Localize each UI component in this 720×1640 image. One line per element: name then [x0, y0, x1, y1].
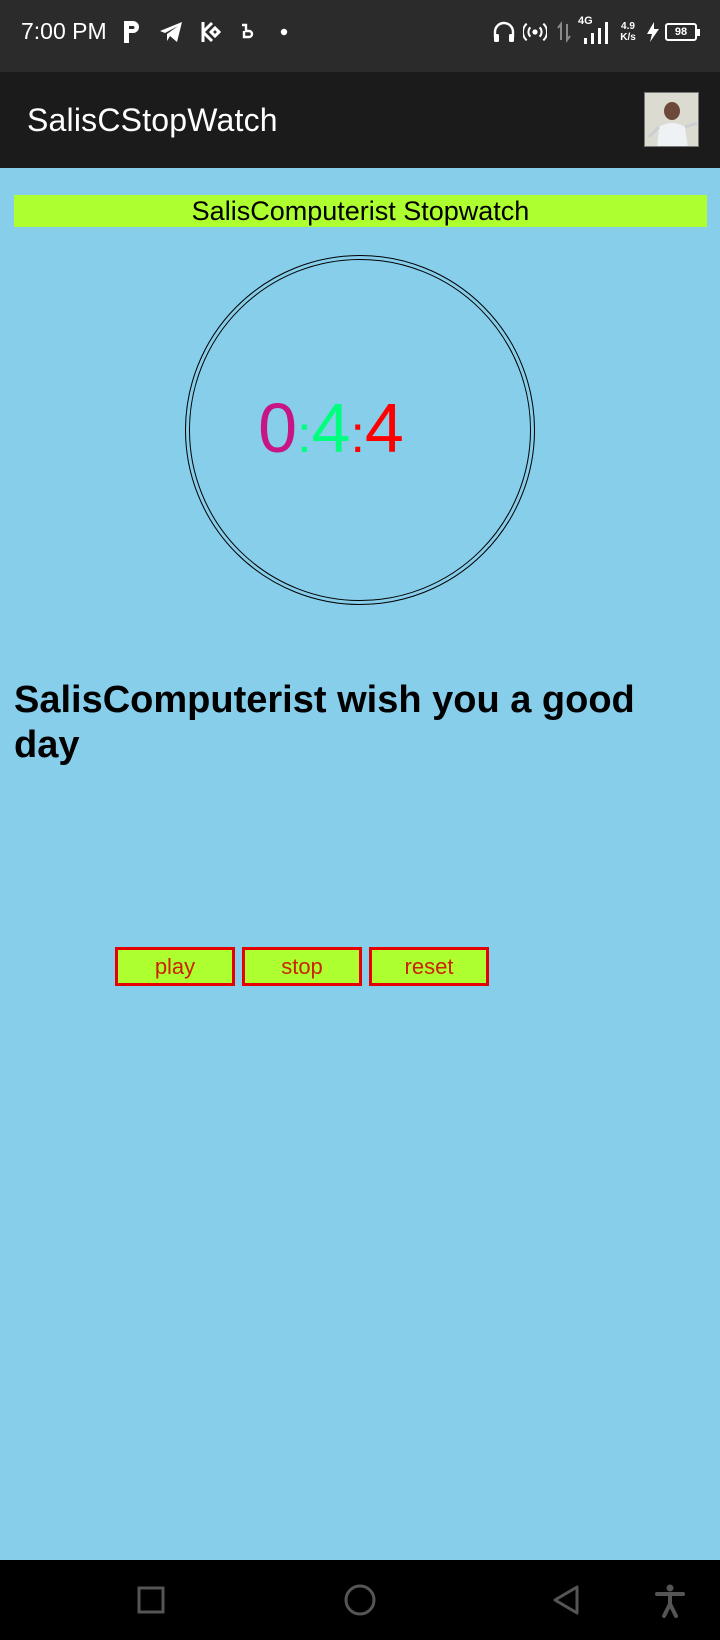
- avatar[interactable]: [644, 92, 699, 147]
- time-hours: 0: [258, 389, 298, 467]
- main-content: SalisComputerist Stopwatch 0:4:4 SalisCo…: [0, 168, 720, 1560]
- app-icon: [238, 18, 256, 46]
- battery-level: 98: [674, 26, 688, 38]
- p-app-icon: [122, 18, 142, 46]
- greeting-text: SalisComputerist wish you a good day: [14, 679, 635, 766]
- home-icon[interactable]: [342, 1582, 378, 1618]
- battery-icon: 98: [663, 18, 700, 46]
- back-icon[interactable]: [549, 1582, 585, 1618]
- time-minutes: 4: [311, 389, 351, 467]
- status-bar: 7:00 PM 4G 4.9 K/s 98: [0, 0, 720, 72]
- dot-icon: [280, 18, 288, 46]
- reset-button[interactable]: reset: [369, 947, 489, 986]
- status-time: 7:00 PM: [21, 18, 107, 44]
- stop-button[interactable]: stop: [242, 947, 362, 986]
- hotspot-icon: [523, 18, 547, 46]
- data-arrows-icon: [556, 18, 572, 46]
- app-bar: SalisCStopWatch: [0, 72, 720, 168]
- navigation-bar: [0, 1560, 720, 1640]
- signal-icon: 4G: [578, 15, 608, 46]
- recents-icon[interactable]: [133, 1582, 169, 1618]
- time-seconds: 4: [364, 389, 404, 467]
- kucoin-icon: [199, 18, 223, 46]
- banner-title: SalisComputerist Stopwatch: [14, 195, 707, 227]
- accessibility-icon[interactable]: [652, 1582, 688, 1618]
- speed-value: 4.9: [621, 21, 635, 32]
- telegram-icon: [157, 18, 185, 46]
- time-separator-2: :: [350, 406, 365, 464]
- app-title: SalisCStopWatch: [27, 102, 278, 138]
- speed-unit: K/s: [620, 32, 636, 43]
- time-separator-1: :: [297, 406, 312, 464]
- time-display: 0:4:4: [185, 393, 477, 470]
- play-button[interactable]: play: [115, 947, 235, 986]
- network-speed: 4.9 K/s: [616, 18, 640, 46]
- charging-icon: [645, 18, 661, 46]
- headphones-icon: [492, 18, 516, 46]
